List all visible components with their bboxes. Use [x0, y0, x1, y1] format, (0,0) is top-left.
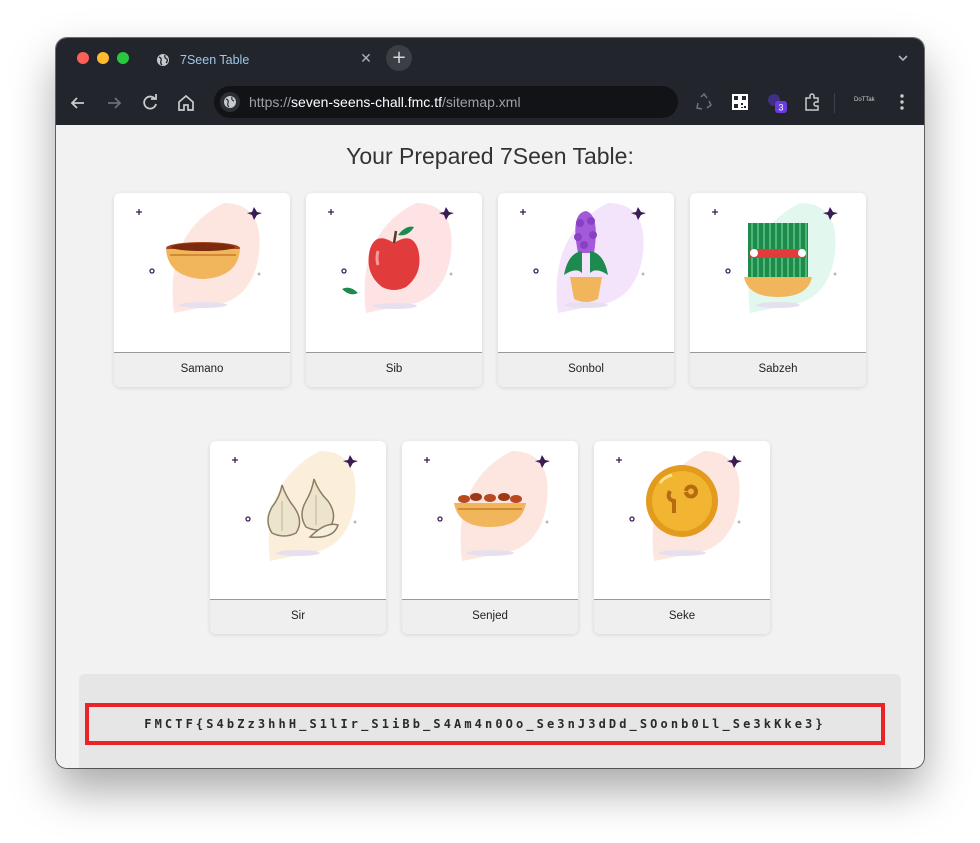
card-sir[interactable]: Sir [210, 441, 386, 634]
close-window-button[interactable] [77, 52, 89, 64]
address-bar[interactable]: https://seven-seens-chall.fmc.tf/sitemap… [214, 86, 678, 118]
puzzle-icon[interactable] [801, 91, 823, 113]
tab-7seen-table[interactable]: 7Seen Table ✕ [144, 42, 384, 79]
globe-icon [157, 54, 169, 66]
card-label: Sabzeh [690, 352, 866, 387]
card-samano[interactable]: Samano [114, 193, 290, 387]
maximize-window-button[interactable] [117, 52, 129, 64]
card-sib[interactable]: Sib [306, 193, 482, 387]
hyacinth-icon [520, 203, 646, 313]
url-text[interactable]: https://seven-seens-chall.fmc.tf/sitemap… [249, 94, 521, 110]
qr-code-icon[interactable] [729, 91, 751, 113]
senjed-bowl-icon [424, 451, 550, 561]
browser-window: 7Seen Table ✕ + https://seven-seens-chal… [56, 38, 924, 768]
card-label: Sir [210, 599, 386, 634]
flag-panel: FMCTF{S4bZz3hhH_S1lIr_S1iBb_S4Am4n0Oo_Se… [79, 674, 901, 768]
card-sonbol[interactable]: Sonbol [498, 193, 674, 387]
extension-badge-count: 3 [778, 103, 783, 113]
card-senjed[interactable]: Senjed [402, 441, 578, 634]
extension-badge-icon[interactable]: 3 [765, 91, 787, 113]
page-content: Your Prepared 7Seen Table: Samano Sib So… [56, 125, 924, 768]
apple-icon [328, 203, 454, 313]
toolbar-divider [834, 93, 835, 113]
tab-bar: 7Seen Table ✕ + [56, 38, 924, 79]
card-label: Samano [114, 352, 290, 387]
close-tab-button[interactable]: ✕ [358, 51, 374, 67]
toolbar: https://seven-seens-chall.fmc.tf/sitemap… [56, 81, 924, 125]
profile-button[interactable]: DoTTak [854, 97, 875, 103]
card-sabzeh[interactable]: Sabzeh [690, 193, 866, 387]
back-arrow-icon[interactable] [66, 91, 90, 115]
card-label: Sib [306, 352, 482, 387]
url-scheme: https:// [249, 94, 292, 110]
forward-arrow-icon[interactable] [102, 91, 126, 115]
card-label: Senjed [402, 599, 578, 634]
url-host: seven-seens-chall.fmc.tf [291, 94, 442, 110]
new-tab-button[interactable]: + [386, 45, 412, 71]
card-seke[interactable]: Seke [594, 441, 770, 634]
page-title: Your Prepared 7Seen Table: [346, 143, 634, 169]
browser-chrome: 7Seen Table ✕ + https://seven-seens-chal… [56, 38, 924, 125]
minimize-window-button[interactable] [97, 52, 109, 64]
sprouts-icon [712, 203, 838, 313]
kebab-menu-icon[interactable] [891, 91, 913, 113]
url-path: /sitemap.xml [441, 94, 521, 110]
site-info-icon[interactable] [220, 92, 240, 112]
flag-highlight: FMCTF{S4bZz3hhH_S1lIr_S1iBb_S4Am4n0Oo_Se… [85, 703, 885, 745]
samanu-bowl-icon [136, 203, 262, 313]
tab-title: 7Seen Table [180, 53, 250, 67]
card-label: Seke [594, 599, 770, 634]
home-icon[interactable] [174, 91, 198, 115]
chevron-down-icon[interactable] [896, 51, 910, 65]
flag-text: FMCTF{S4bZz3hhH_S1lIr_S1iBb_S4Am4n0Oo_Se… [144, 717, 826, 731]
reload-icon[interactable] [138, 91, 162, 115]
recycle-icon[interactable] [693, 91, 715, 113]
coin-icon [616, 451, 742, 561]
garlic-icon [232, 451, 358, 561]
card-label: Sonbol [498, 352, 674, 387]
